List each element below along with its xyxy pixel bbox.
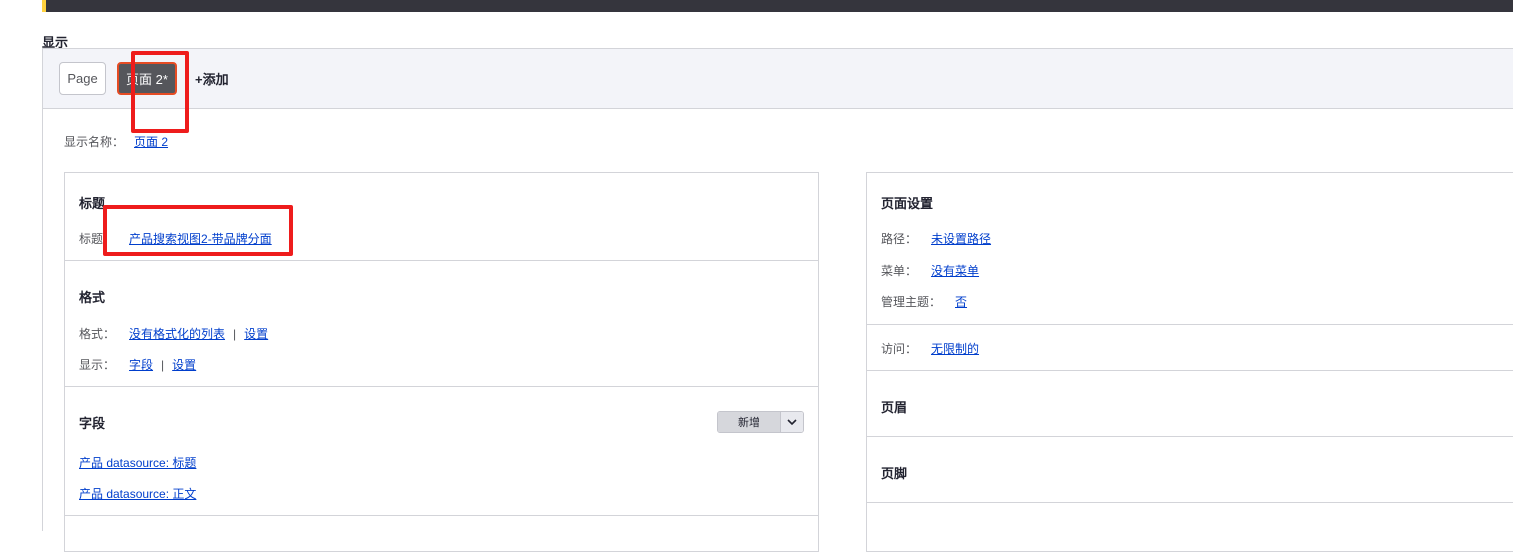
separator: | bbox=[161, 358, 165, 372]
admin-theme-row: 管理主题： 否 bbox=[881, 293, 967, 310]
chevron-down-icon bbox=[787, 413, 797, 431]
show-link[interactable]: 字段 bbox=[129, 358, 153, 372]
page-settings-bucket: 页面设置 路径： 未设置路径 菜单： 没有菜单 管理主题： 否 bbox=[867, 173, 1513, 325]
field-item: 产品 datasource: 标题 bbox=[79, 454, 196, 471]
show-label: 显示： bbox=[79, 358, 116, 372]
top-toolbar bbox=[42, 0, 1513, 12]
header-heading: 页眉 bbox=[881, 400, 908, 415]
access-label: 访问： bbox=[881, 342, 918, 356]
display-tab-bar: Page 页面 2* +添加 bbox=[42, 48, 1513, 109]
page-settings-heading: 页面设置 bbox=[881, 196, 934, 211]
format-row: 格式： 没有格式化的列表 | 设置 bbox=[79, 325, 268, 342]
show-settings-link[interactable]: 设置 bbox=[172, 358, 196, 372]
show-row: 显示： 字段 | 设置 bbox=[79, 356, 196, 373]
path-label: 路径： bbox=[881, 232, 918, 246]
fields-bucket: 字段 新增 产品 datasource: 标题 产品 datasource: 正… bbox=[65, 387, 818, 516]
access-row: 访问： 无限制的 bbox=[881, 340, 979, 357]
fields-heading: 字段 bbox=[79, 416, 106, 431]
format-bucket: 格式 格式： 没有格式化的列表 | 设置 显示： 字段 | 设置 bbox=[65, 261, 818, 387]
format-link[interactable]: 没有格式化的列表 bbox=[129, 327, 225, 341]
display-name-label: 显示名称： bbox=[64, 135, 125, 149]
field-link[interactable]: 产品 datasource: 标题 bbox=[79, 456, 196, 470]
path-row: 路径： 未设置路径 bbox=[881, 230, 991, 247]
separator: | bbox=[233, 327, 237, 341]
fields-add-dropbutton: 新增 bbox=[717, 411, 804, 433]
footer-bucket: 页脚 bbox=[867, 437, 1513, 503]
access-link[interactable]: 无限制的 bbox=[931, 342, 979, 356]
fields-add-button[interactable]: 新增 bbox=[718, 412, 780, 432]
annotation-box-title bbox=[103, 205, 293, 256]
field-item: 产品 datasource: 正文 bbox=[79, 485, 196, 502]
display-name-link[interactable]: 页面 2 bbox=[134, 135, 168, 149]
admin-theme-link[interactable]: 否 bbox=[955, 295, 967, 309]
admin-theme-label: 管理主题： bbox=[881, 295, 942, 309]
format-label: 格式： bbox=[79, 327, 116, 341]
footer-heading: 页脚 bbox=[881, 466, 908, 481]
display-name-row: 显示名称： 页面 2 bbox=[64, 133, 168, 150]
tab-page[interactable]: Page bbox=[59, 62, 106, 95]
field-link[interactable]: 产品 datasource: 正文 bbox=[79, 487, 196, 501]
menu-row: 菜单： 没有菜单 bbox=[881, 262, 979, 279]
add-display-button[interactable]: +添加 bbox=[195, 69, 229, 88]
annotation-box-tab bbox=[131, 51, 189, 133]
right-column: 页面设置 路径： 未设置路径 菜单： 没有菜单 管理主题：否 访问： 无限制的 页眉 … bbox=[866, 172, 1513, 552]
menu-link[interactable]: 没有菜单 bbox=[931, 264, 979, 278]
format-settings-link[interactable]: 设置 bbox=[244, 327, 268, 341]
fields-add-toggle[interactable] bbox=[780, 412, 803, 432]
menu-label: 菜单： bbox=[881, 264, 918, 278]
access-bucket: 访问： 无限制的 bbox=[867, 325, 1513, 371]
title-heading: 标题 bbox=[79, 196, 106, 211]
path-link[interactable]: 未设置路径 bbox=[931, 232, 991, 246]
format-heading: 格式 bbox=[79, 290, 106, 305]
header-bucket: 页眉 bbox=[867, 371, 1513, 437]
